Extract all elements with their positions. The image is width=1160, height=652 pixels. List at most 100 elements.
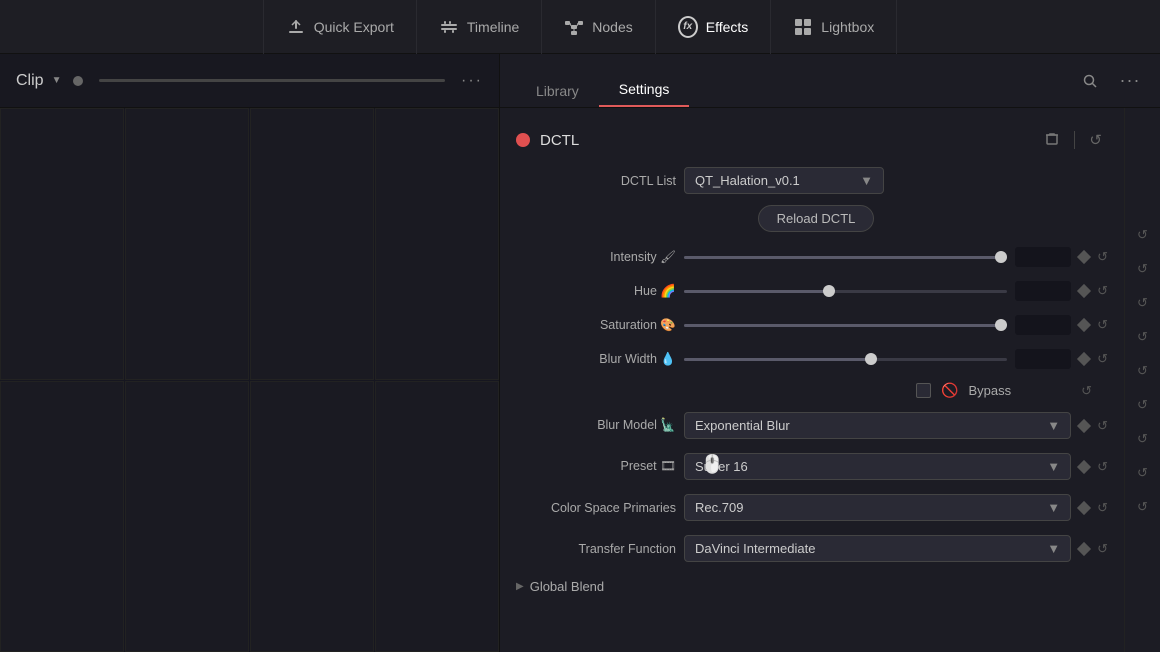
- blur-model-keyframe-btn[interactable]: [1077, 418, 1091, 432]
- color-space-label: Color Space Primaries: [516, 501, 676, 515]
- clip-cell-7: [250, 381, 374, 652]
- hue-slider-thumb[interactable]: [823, 285, 835, 297]
- preset-keyframe-btn[interactable]: [1077, 459, 1091, 473]
- preset-label: Preset 🎞: [516, 459, 676, 474]
- tab-library[interactable]: Library: [516, 54, 599, 107]
- tabs-left: Library Settings: [516, 54, 689, 107]
- reset-saturation[interactable]: ↺: [1125, 286, 1160, 320]
- dctl-delete-btn[interactable]: [1038, 128, 1066, 152]
- blur-width-slider-fill: [684, 358, 871, 361]
- hue-slider[interactable]: [684, 290, 1007, 293]
- reset-blur-width-icon[interactable]: ↺: [1137, 329, 1148, 345]
- reset-color-space-icon[interactable]: ↺: [1137, 465, 1148, 481]
- preset-arrow-icon: ▼: [1047, 459, 1060, 474]
- spacer-dctl-list: [1125, 150, 1160, 184]
- blur-model-dropdown[interactable]: Exponential Blur ▼: [684, 412, 1071, 439]
- search-btn[interactable]: [1076, 67, 1104, 95]
- nav-quick-export[interactable]: Quick Export: [263, 0, 417, 54]
- bypass-stop-icon: 🚫: [941, 382, 958, 399]
- blur-model-reset-btn[interactable]: ↺: [1097, 418, 1108, 434]
- reset-preset[interactable]: ↺: [1125, 422, 1160, 456]
- blur-width-keyframe-btn[interactable]: [1077, 352, 1091, 366]
- transfer-fn-dropdown[interactable]: DaVinci Intermediate ▼: [684, 535, 1071, 562]
- clip-cell-5: [0, 381, 124, 652]
- saturation-keyframe-btn[interactable]: [1077, 318, 1091, 332]
- param-section: DCTL List QT_Halation_v0.1 ▼ Reload DCTL: [500, 160, 1124, 569]
- divider: [1074, 131, 1075, 149]
- blur-width-value[interactable]: 1.000: [1015, 349, 1071, 369]
- nav-lightbox-label: Lightbox: [821, 19, 874, 35]
- tabs-right: ···: [1076, 67, 1144, 95]
- blur-model-label: Blur Model 🗽: [516, 418, 676, 433]
- reset-hue[interactable]: ↺: [1125, 252, 1160, 286]
- blur-width-slider-thumb[interactable]: [865, 353, 877, 365]
- dctl-title: DCTL: [540, 132, 1028, 149]
- blur-width-label: Blur Width 💧: [516, 352, 676, 367]
- saturation-value[interactable]: 1.000: [1015, 315, 1071, 335]
- reset-transfer-fn-icon[interactable]: ↺: [1137, 499, 1148, 515]
- bypass-reset-btn[interactable]: ↺: [1081, 383, 1092, 399]
- hue-reset-btn[interactable]: ↺: [1097, 283, 1108, 299]
- blur-width-controls: 1.000: [684, 349, 1071, 369]
- reset-blur-model[interactable]: ↺: [1125, 388, 1160, 422]
- left-panel: Clip ▼ ···: [0, 54, 500, 652]
- blur-width-slider[interactable]: [684, 358, 1007, 361]
- saturation-slider-thumb[interactable]: [995, 319, 1007, 331]
- dctl-undo-btn[interactable]: ↺: [1083, 129, 1108, 151]
- reset-hue-icon[interactable]: ↺: [1137, 261, 1148, 277]
- dctl-list-dropdown[interactable]: QT_Halation_v0.1 ▼: [684, 167, 884, 194]
- transfer-fn-arrow-icon: ▼: [1047, 541, 1060, 556]
- bypass-checkbox[interactable]: [916, 383, 931, 398]
- clip-chevron-icon[interactable]: ▼: [52, 75, 62, 86]
- hue-value[interactable]: 0.0: [1015, 281, 1071, 301]
- intensity-slider[interactable]: [684, 256, 1007, 259]
- intensity-value[interactable]: 1.000: [1015, 247, 1071, 267]
- nav-lightbox[interactable]: Lightbox: [771, 0, 897, 54]
- color-space-dropdown[interactable]: Rec.709 ▼: [684, 494, 1071, 521]
- intensity-keyframe-btn[interactable]: [1077, 250, 1091, 264]
- saturation-slider[interactable]: [684, 324, 1007, 327]
- reset-blur-model-icon[interactable]: ↺: [1137, 397, 1148, 413]
- transfer-fn-keyframe-btn[interactable]: [1077, 541, 1091, 555]
- clip-slider[interactable]: [99, 79, 445, 82]
- global-blend-row[interactable]: ▶ Global Blend: [500, 569, 1124, 604]
- preset-dropdown[interactable]: Super 16 ▼: [684, 453, 1071, 480]
- right-icons-col: ↺ ↺ ↺ ↺ ↺ ↺ ↺: [1124, 108, 1160, 652]
- bypass-label: Bypass: [968, 383, 1011, 398]
- tab-settings[interactable]: Settings: [599, 54, 690, 107]
- blur-width-reset-btn[interactable]: ↺: [1097, 351, 1108, 367]
- reset-intensity[interactable]: ↺: [1125, 218, 1160, 252]
- color-space-keyframe-btn[interactable]: [1077, 500, 1091, 514]
- saturation-reset-btn[interactable]: ↺: [1097, 317, 1108, 333]
- preset-emoji: 🎞: [660, 459, 676, 473]
- nav-nodes[interactable]: Nodes: [542, 0, 655, 54]
- reset-intensity-icon[interactable]: ↺: [1137, 227, 1148, 243]
- reset-preset-icon[interactable]: ↺: [1137, 431, 1148, 447]
- intensity-slider-thumb[interactable]: [995, 251, 1007, 263]
- reset-saturation-icon[interactable]: ↺: [1137, 295, 1148, 311]
- param-row-hue: Hue 🌈 0.0 ↺: [516, 274, 1108, 308]
- top-nav: Quick Export Timeline: [0, 0, 1160, 54]
- tabs-bar: Library Settings ···: [500, 54, 1160, 108]
- reset-blur-width[interactable]: ↺: [1125, 320, 1160, 354]
- reset-bypass[interactable]: ↺: [1125, 354, 1160, 388]
- hue-keyframe-btn[interactable]: [1077, 284, 1091, 298]
- nav-effects[interactable]: fx Effects: [656, 0, 772, 54]
- reset-bypass-icon[interactable]: ↺: [1137, 363, 1148, 379]
- saturation-controls: 1.000: [684, 315, 1071, 335]
- clip-more-btn[interactable]: ···: [461, 72, 483, 90]
- clip-status-dot: [73, 76, 83, 86]
- reset-transfer-fn[interactable]: ↺: [1125, 490, 1160, 524]
- blur-model-emoji: 🗽: [660, 418, 676, 432]
- reload-dctl-btn[interactable]: Reload DCTL: [758, 205, 875, 232]
- color-space-reset-btn[interactable]: ↺: [1097, 500, 1108, 516]
- clip-header: Clip ▼ ···: [0, 54, 499, 108]
- reset-color-space[interactable]: ↺: [1125, 456, 1160, 490]
- intensity-reset-btn[interactable]: ↺: [1097, 249, 1108, 265]
- transfer-fn-reset-btn[interactable]: ↺: [1097, 541, 1108, 557]
- clip-cell-3: [250, 108, 374, 380]
- nav-timeline[interactable]: Timeline: [417, 0, 542, 54]
- more-options-btn[interactable]: ···: [1116, 67, 1144, 95]
- dctl-enable-toggle[interactable]: [516, 133, 530, 147]
- preset-reset-btn[interactable]: ↺: [1097, 459, 1108, 475]
